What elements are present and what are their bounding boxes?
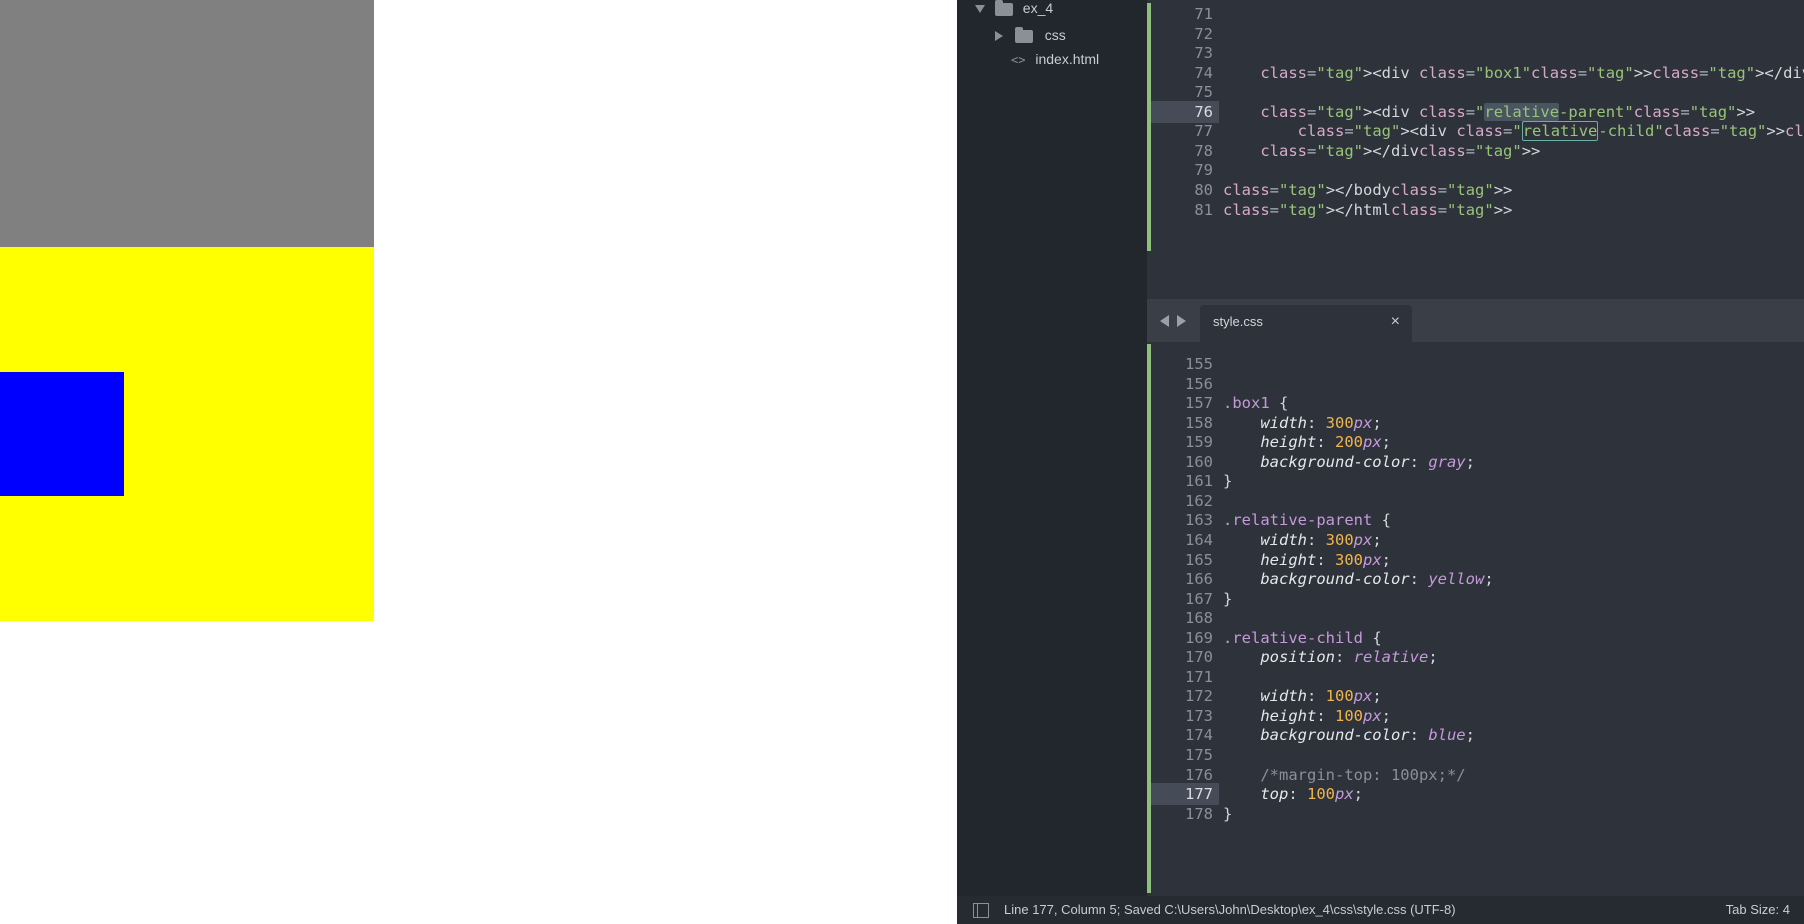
tree-file-index-html[interactable]: <> index.html (1011, 48, 1099, 70)
tree-folder-ex4[interactable]: ex_4 (975, 0, 1053, 19)
relative-child-preview (0, 372, 124, 496)
editor-pane-css[interactable]: 155 156 157 .box1 {158 width: 300px; 159 hei… (1147, 342, 1804, 896)
tab-size-indicator[interactable]: Tab Size: 4 (1726, 896, 1790, 924)
toggle-panel-icon[interactable] (973, 903, 989, 918)
status-bar: Line 177, Column 5; Saved C:\Users\John\… (957, 896, 1804, 924)
folder-open-icon (994, 0, 1013, 16)
browser-preview (0, 0, 957, 924)
editor-pane-html[interactable]: 71 72 73 74 class="tag"><div class="box1"cl… (1147, 0, 1804, 299)
code-text: } (1223, 804, 1233, 823)
scope-indicator-bar (1147, 3, 1151, 251)
tab-bar: style.css × (1147, 299, 1804, 342)
screen: ex_4 css <> index.html 71 72 73 74 class="t… (0, 0, 1804, 924)
line-number: 178 (1185, 804, 1213, 823)
code-file-icon: <> (1011, 53, 1026, 67)
relative-parent-preview (0, 247, 374, 621)
box1-preview (0, 0, 374, 247)
tree-file-label: index.html (1035, 51, 1100, 67)
close-icon[interactable]: × (1391, 305, 1400, 339)
tab-style-css[interactable]: style.css × (1200, 305, 1412, 342)
line-number: 81 (1194, 200, 1213, 219)
code-line[interactable]: 81 class="tag"></htmlclass="tag">> (1147, 199, 1804, 222)
tab-label: style.css (1213, 314, 1263, 329)
folder-icon (1014, 26, 1033, 43)
code-editor-window: ex_4 css <> index.html 71 72 73 74 class="t… (957, 0, 1804, 924)
status-text: Line 177, Column 5; Saved C:\Users\John\… (1004, 902, 1456, 917)
file-tree-sidebar: ex_4 css <> index.html (957, 0, 1147, 896)
tree-folder-label: css (1044, 27, 1066, 43)
chevron-down-icon[interactable] (975, 5, 985, 14)
tab-nav-right-icon[interactable] (1177, 315, 1186, 327)
tab-nav-left-icon[interactable] (1160, 315, 1169, 327)
tree-folder-css[interactable]: css (995, 24, 1066, 46)
code-text: class="tag"></htmlclass="tag">> (1223, 200, 1513, 219)
chevron-right-icon[interactable] (995, 31, 1003, 42)
tree-folder-label: ex_4 (1022, 0, 1054, 16)
code-line[interactable]: 178} (1147, 803, 1804, 826)
scope-indicator-bar (1147, 344, 1151, 893)
